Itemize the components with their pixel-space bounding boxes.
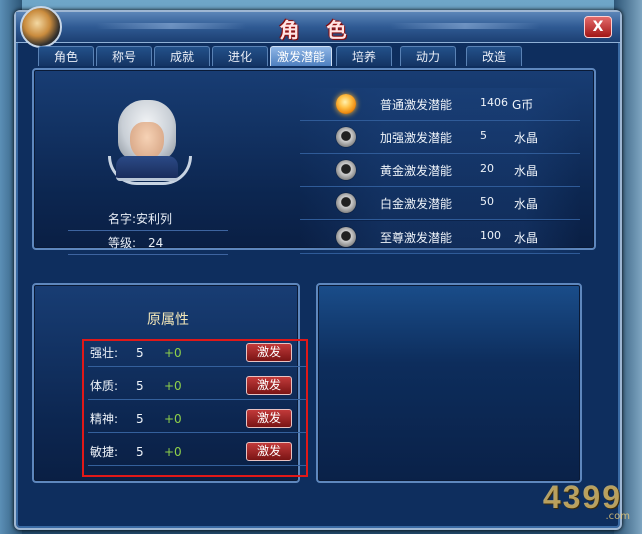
potential-cost: 50: [480, 195, 494, 208]
character-name-row: 名字:安利列: [68, 208, 228, 231]
radio-icon[interactable]: [336, 227, 356, 247]
potential-option-gold[interactable]: 黄金激发潜能 20 水晶: [300, 154, 580, 187]
potential-option-platinum[interactable]: 白金激发潜能 50 水晶: [300, 187, 580, 220]
tab-power[interactable]: 动力: [400, 46, 456, 66]
tab-modify[interactable]: 改造: [466, 46, 522, 66]
window-title: 角 色: [279, 18, 357, 42]
level-label: 等级:: [108, 236, 137, 250]
close-button[interactable]: X: [584, 16, 612, 38]
tab-character[interactable]: 角色: [38, 46, 94, 66]
radio-icon[interactable]: [336, 127, 356, 147]
potential-cost: 1406: [480, 96, 508, 109]
potential-cost: 20: [480, 162, 494, 175]
tab-achievements[interactable]: 成就: [154, 46, 210, 66]
potential-unit: 水晶: [514, 231, 539, 245]
potential-unit: G币: [512, 98, 534, 112]
potential-name: 加强激发潜能: [380, 131, 453, 145]
tab-evolution[interactable]: 进化: [212, 46, 268, 66]
potential-cost: 5: [480, 129, 487, 142]
potential-name: 黄金激发潜能: [380, 164, 453, 178]
attributes-title: 原属性: [147, 312, 189, 328]
watermark-domain: .com: [605, 511, 630, 522]
character-portrait: [102, 94, 192, 185]
potential-option-enhanced[interactable]: 加强激发潜能 5 水晶: [300, 121, 580, 154]
potential-option-normal[interactable]: 普通激发潜能 1406 G币: [300, 88, 580, 121]
character-name: 安利列: [136, 212, 173, 226]
portrait-coat: [116, 156, 178, 181]
portrait-face: [130, 122, 164, 160]
potential-name: 至尊激发潜能: [380, 231, 453, 245]
potential-unit: 水晶: [514, 131, 539, 145]
radio-selected-icon[interactable]: [336, 94, 356, 114]
potential-name: 白金激发潜能: [380, 197, 453, 211]
title-bar[interactable]: 角 色 X: [16, 12, 620, 43]
potential-unit: 水晶: [514, 164, 539, 178]
tab-cultivate[interactable]: 培养: [336, 46, 392, 66]
potential-name: 普通激发潜能: [380, 98, 453, 112]
player-avatar-icon: [20, 6, 62, 48]
name-label: 名字:: [108, 212, 137, 226]
radio-icon[interactable]: [336, 193, 356, 213]
character-level-row: 等级: 24: [68, 232, 228, 255]
tab-potential[interactable]: 激发潜能: [270, 46, 332, 66]
tab-titles[interactable]: 称号: [96, 46, 152, 66]
character-level: 24: [148, 236, 164, 250]
result-panel: [316, 283, 582, 483]
potential-cost: 100: [480, 229, 501, 242]
potential-option-supreme[interactable]: 至尊激发潜能 100 水晶: [300, 221, 580, 254]
potential-unit: 水晶: [514, 197, 539, 211]
radio-icon[interactable]: [336, 160, 356, 180]
highlight-annotation-box: [82, 339, 308, 477]
